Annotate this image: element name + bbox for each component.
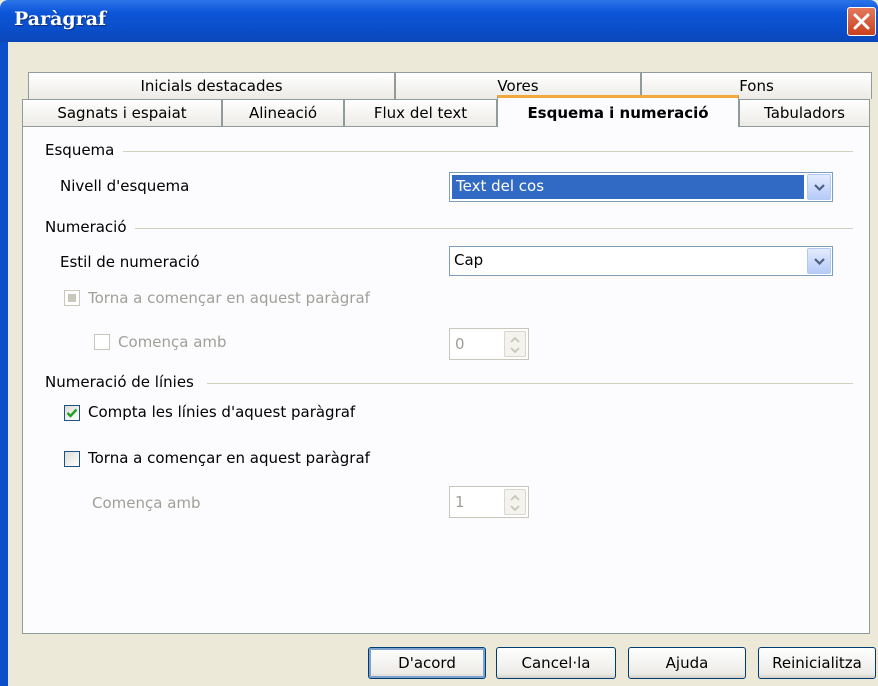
group-divider <box>123 151 853 152</box>
restart-line-numbering-label: Torna a començar en aquest paràgraf <box>88 449 370 467</box>
tab-label: Fons <box>739 77 774 95</box>
help-button[interactable]: Ajuda <box>628 647 746 679</box>
start-with-label: Comença amb <box>118 333 227 351</box>
tab-label: Flux del text <box>373 104 468 122</box>
numbering-style-label: Estil de numeració <box>60 253 200 271</box>
start-with-stepper[interactable]: 0 <box>449 328 529 360</box>
tab-label: Vores <box>497 77 539 95</box>
tab-label: Tabuladors <box>764 104 845 122</box>
tab-tabuladors[interactable]: Tabuladors <box>739 99 870 126</box>
tab-esquema-i-numeracio[interactable]: Esquema i numeració <box>497 95 739 127</box>
start-with-value: 0 <box>455 335 465 353</box>
cancel-button-label: Cancel·la <box>521 654 591 672</box>
chevron-down-icon <box>510 505 520 511</box>
ok-button-label: D'acord <box>398 654 456 672</box>
numbering-style-select[interactable]: Cap <box>449 246 833 276</box>
line-start-with-label: Comença amb <box>92 494 201 512</box>
help-button-label: Ajuda <box>665 654 709 672</box>
window-title: Paràgraf <box>14 8 107 30</box>
count-lines-checkbox[interactable] <box>64 405 80 421</box>
tab-alineacio[interactable]: Alineació <box>222 99 344 126</box>
restart-numbering-checkbox[interactable] <box>64 290 80 306</box>
group-divider <box>207 383 853 384</box>
dropdown-button[interactable] <box>807 248 831 274</box>
tab-label: Alineació <box>248 104 318 122</box>
chevron-down-icon <box>814 258 825 265</box>
chevron-up-icon <box>510 337 520 343</box>
outline-level-label: Nivell d'esquema <box>60 177 190 195</box>
tab-label: Inicials destacades <box>140 77 283 95</box>
reset-button-label: Reinicialitza <box>772 654 862 672</box>
checkmark-icon <box>66 408 78 418</box>
tab-sagnats-i-espaiat[interactable]: Sagnats i espaiat <box>22 99 222 126</box>
numbering-style-value: Cap <box>454 251 484 269</box>
count-lines-label: Compta les línies d'aquest paràgraf <box>88 403 356 421</box>
group-title-esquema: Esquema <box>45 141 123 159</box>
close-button[interactable] <box>847 7 876 36</box>
tab-flux-del-text[interactable]: Flux del text <box>344 99 497 126</box>
tab-label: Esquema i numeració <box>527 104 709 122</box>
outline-level-value: Text del cos <box>454 177 547 195</box>
group-title-numeracio: Numeració <box>45 218 135 236</box>
indeterminate-icon <box>68 294 76 302</box>
ok-button[interactable]: D'acord <box>368 647 486 679</box>
group-divider <box>133 228 853 229</box>
window-frame <box>0 42 8 686</box>
restart-numbering-label: Torna a començar en aquest paràgraf <box>88 289 370 307</box>
close-icon <box>853 13 870 30</box>
tab-label: Sagnats i espaiat <box>57 104 187 122</box>
title-bar: Paràgraf <box>0 0 878 42</box>
chevron-up-icon <box>510 495 520 501</box>
group-title-line-numbering: Numeració de línies <box>45 373 202 391</box>
dropdown-button[interactable] <box>807 174 831 200</box>
reset-button[interactable]: Reinicialitza <box>758 647 876 679</box>
tab-panel: Esquema Nivell d'esquema Text del cos Nu… <box>22 126 870 634</box>
outline-level-select[interactable]: Text del cos <box>449 172 833 202</box>
chevron-down-icon <box>510 347 520 353</box>
line-start-with-stepper[interactable]: 1 <box>449 486 529 518</box>
start-with-checkbox[interactable] <box>94 334 110 350</box>
cancel-button[interactable]: Cancel·la <box>496 647 616 679</box>
tab-inicials-destacades[interactable]: Inicials destacades <box>28 72 395 99</box>
restart-line-numbering-checkbox[interactable] <box>64 451 80 467</box>
chevron-down-icon <box>814 184 825 191</box>
stepper-buttons[interactable] <box>504 331 526 357</box>
stepper-buttons[interactable] <box>504 489 526 515</box>
line-start-with-value: 1 <box>455 493 465 511</box>
